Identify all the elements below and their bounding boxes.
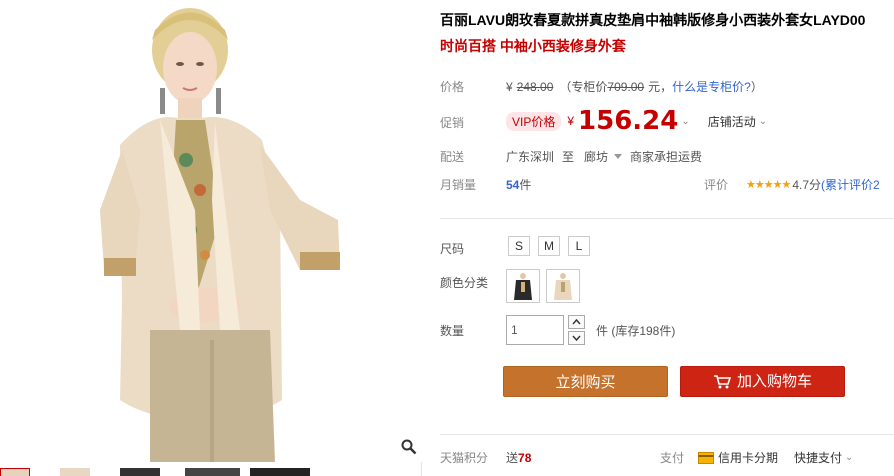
ship-to-select[interactable]: 廊坊 — [584, 148, 608, 165]
cart-icon — [713, 374, 731, 388]
payment-row: 支付 信用卡分期 快捷支付 ⌄ — [660, 449, 853, 466]
credit-card-icon — [698, 451, 715, 464]
counter-price-prefix: （专柜价 — [559, 80, 608, 94]
points-value: 78 — [518, 450, 532, 465]
chevron-down-icon[interactable]: ⌄ — [845, 452, 853, 463]
monthly-sales-row: 54 件 — [506, 176, 531, 193]
tmall-points-row: 送 78 — [506, 449, 531, 466]
quantity-label: 数量 — [440, 324, 465, 338]
shipping-label: 配送 — [440, 150, 465, 164]
add-to-cart-label: 加入购物车 — [736, 373, 812, 390]
buy-now-button[interactable]: 立刻购买 — [503, 366, 668, 397]
promo-price: 156.24 — [578, 106, 679, 136]
chevron-down-icon[interactable]: ⌄ — [681, 116, 689, 127]
product-subtitle: 时尚百搭 中袖小西装修身外套 — [440, 38, 626, 54]
stepper-up-icon[interactable] — [568, 315, 585, 329]
counter-price-help-link[interactable]: 什么是专柜价? — [672, 78, 751, 95]
star-icon: ★★★★★ — [746, 179, 791, 191]
vip-price-badge: VIP价格 — [506, 111, 562, 131]
size-option-s[interactable]: S — [508, 236, 530, 256]
credit-installment-link[interactable]: 信用卡分期 — [718, 449, 778, 466]
product-main-image[interactable] — [0, 0, 422, 462]
rating-label: 评价 — [704, 178, 729, 192]
quick-pay-link[interactable]: 快捷支付 — [794, 449, 842, 466]
color-swatch-black[interactable] — [506, 269, 540, 303]
promo-currency: ¥ — [567, 114, 575, 128]
monthly-sales-label: 月销量 — [440, 178, 477, 192]
price-row: ¥ 248.00 （专柜价 709.00 元， 什么是专柜价? ） — [506, 78, 763, 95]
store-activity-dropdown[interactable]: 店铺活动 — [708, 113, 756, 130]
payment-label: 支付 — [660, 451, 685, 465]
thumbnail-strip — [0, 465, 422, 476]
thumbnail-1[interactable] — [0, 468, 30, 476]
counter-price: 709.00 — [607, 79, 645, 94]
stock-text: 件 (库存198件) — [596, 324, 676, 338]
thumbnail-4[interactable] — [185, 468, 240, 476]
shipping-note: 商家承担运费 — [630, 150, 703, 164]
divider — [440, 434, 894, 435]
rating-row: 评价 ★★★★★ 4.7分 (累计评价2 — [704, 176, 880, 193]
color-label: 颜色分类 — [440, 276, 489, 290]
stepper-down-icon[interactable] — [568, 331, 585, 345]
thumbnail-5[interactable] — [250, 468, 310, 476]
promo-row: VIP价格 ¥ 156.24 ⌄ 店铺活动 ⌄ — [506, 106, 767, 136]
counter-price-close: ） — [750, 80, 763, 94]
magnifier-icon[interactable] — [400, 438, 418, 456]
tmall-points-label: 天猫积分 — [440, 451, 489, 465]
counter-price-suffix: 元， — [648, 80, 673, 94]
shipping-row: 广东深圳 至 廊坊 商家承担运费 — [506, 148, 702, 165]
add-to-cart-button[interactable]: 加入购物车 — [680, 366, 845, 397]
rating-score: 4.7分 — [792, 178, 822, 192]
size-option-l[interactable]: L — [568, 236, 590, 256]
points-prefix: 送 — [506, 451, 519, 465]
size-label: 尺码 — [440, 242, 465, 256]
chevron-down-icon[interactable]: ⌄ — [759, 116, 767, 127]
ship-to-word: 至 — [562, 150, 575, 164]
review-count-link[interactable]: (累计评价2 — [821, 176, 880, 193]
monthly-sales-count: 54 — [506, 177, 520, 192]
quantity-input[interactable] — [506, 315, 564, 345]
price-label: 价格 — [440, 80, 465, 94]
ship-from: 广东深圳 — [506, 150, 555, 164]
thumbnail-2[interactable] — [60, 468, 90, 476]
size-option-m[interactable]: M — [538, 236, 560, 256]
price-currency: ¥ — [506, 79, 513, 94]
original-price: 248.00 — [516, 79, 554, 94]
caret-down-icon[interactable] — [614, 154, 623, 159]
monthly-sales-unit: 件 — [519, 178, 532, 192]
promo-label: 促销 — [440, 116, 465, 130]
product-gallery — [0, 0, 422, 476]
color-swatch-beige[interactable] — [546, 269, 580, 303]
thumbnail-3[interactable] — [120, 468, 160, 476]
product-title: 百丽LAVU朗玫春夏款拼真皮垫肩中袖韩版修身小西装外套女LAYD00 — [440, 12, 866, 28]
divider — [440, 218, 894, 219]
